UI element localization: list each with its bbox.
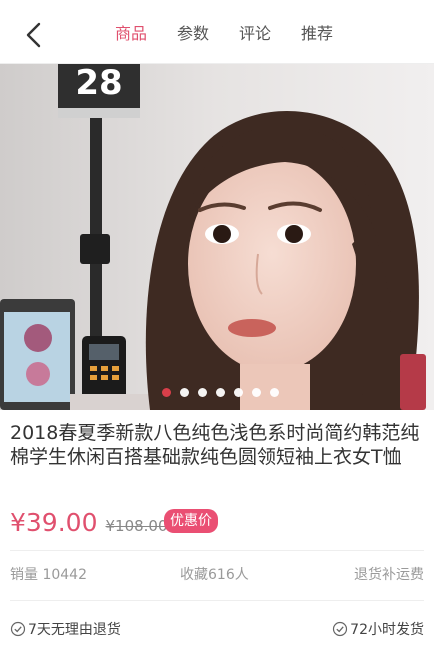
carousel-dot[interactable] bbox=[161, 388, 171, 397]
tab-reviews[interactable]: 评论 bbox=[224, 20, 286, 44]
tab-recommend[interactable]: 推荐 bbox=[286, 20, 348, 44]
carousel-dot[interactable] bbox=[215, 388, 225, 397]
product-stats: 销量 10442 收藏616人 退货补运费 bbox=[10, 562, 424, 586]
sign-number: 28 bbox=[75, 64, 122, 103]
shipping-info: 退货补运费 bbox=[354, 567, 424, 583]
current-price: ¥39.00 bbox=[10, 508, 98, 537]
product-photo: 28 bbox=[0, 64, 434, 410]
product-title: 2018春夏季新款八色纯色浅色系时尚简约韩范纯棉学生休闲百搭基础款纯色圆领短袖上… bbox=[10, 422, 420, 468]
check-circle-icon bbox=[333, 621, 348, 637]
original-price: ¥108.00 bbox=[105, 517, 168, 535]
carousel-dot[interactable] bbox=[251, 388, 261, 397]
back-button[interactable] bbox=[18, 18, 52, 52]
delivery-guarantee: 72小时发货 bbox=[332, 619, 424, 639]
check-circle-icon bbox=[10, 621, 26, 637]
return-guarantee-label: 7天无理由退货 bbox=[28, 622, 121, 638]
favorites-count: 收藏616人 bbox=[180, 567, 249, 583]
price-row: ¥39.00 ¥108.00 bbox=[10, 508, 168, 542]
carousel-dot[interactable] bbox=[197, 388, 207, 397]
service-guarantees: 7天无理由退货 72小时发货 bbox=[10, 617, 424, 641]
product-image-carousel[interactable]: 28 bbox=[0, 64, 434, 410]
carousel-indicators bbox=[0, 388, 434, 397]
divider bbox=[10, 600, 424, 601]
carousel-dot[interactable] bbox=[269, 388, 279, 397]
return-guarantee: 7天无理由退货 bbox=[10, 619, 121, 639]
delivery-guarantee-label: 72小时发货 bbox=[350, 622, 424, 638]
divider bbox=[10, 550, 424, 551]
tab-product[interactable]: 商品 bbox=[100, 20, 162, 44]
carousel-dot[interactable] bbox=[179, 388, 189, 397]
section-tabs: 商品 参数 评论 推荐 bbox=[100, 0, 348, 64]
top-navigation-bar: 商品 参数 评论 推荐 bbox=[0, 0, 434, 64]
carousel-dot[interactable] bbox=[233, 388, 243, 397]
tab-parameters[interactable]: 参数 bbox=[162, 20, 224, 44]
chevron-left-icon bbox=[26, 22, 41, 48]
sales-count: 销量 10442 bbox=[10, 567, 87, 583]
discount-badge: 优惠价 bbox=[164, 509, 218, 533]
